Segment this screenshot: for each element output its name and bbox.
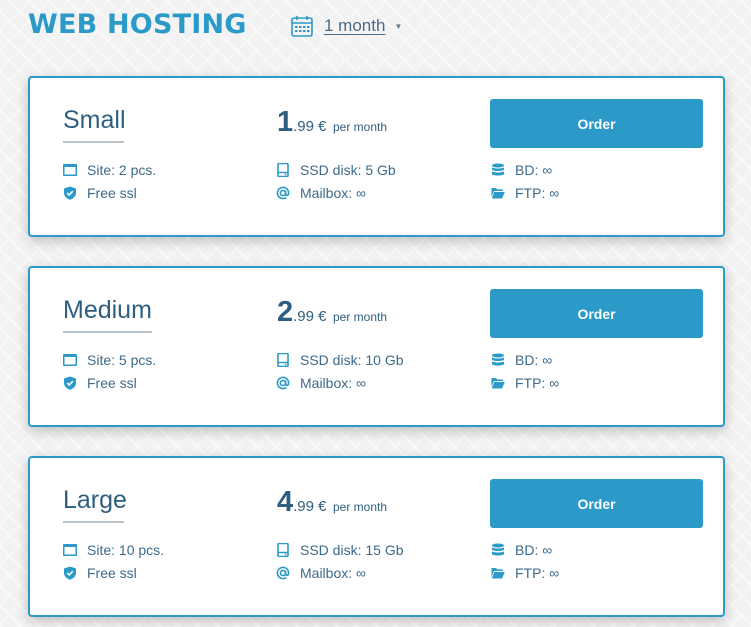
price-decimal: .99 € [293,498,327,515]
feature-mailbox: Mailbox: ∞ [276,185,366,201]
feature-site-label: Site: 10 pcs. [87,542,165,558]
feature-bd: BD: ∞ [491,352,552,368]
feature-ssl-label: Free ssl [87,185,137,201]
feature-site-label: Site: 5 pcs. [87,352,157,368]
database-icon [492,543,504,556]
folder-open-icon [491,188,505,199]
shield-check-icon [64,186,76,200]
feature-site: Site: 5 pcs. [63,352,156,368]
at-sign-icon [276,376,290,390]
feature-ssd-label: SSD disk: 15 Gb [300,542,404,558]
disk-icon [277,353,289,367]
feature-mailbox: Mailbox: ∞ [276,565,366,581]
plan-name: Large [63,486,127,523]
feature-ftp-label: FTP: ∞ [515,565,560,581]
feature-ftp: FTP: ∞ [491,185,559,201]
order-button[interactable]: Order [490,289,703,338]
folder-open-icon [491,568,505,579]
feature-ftp-label: FTP: ∞ [515,375,560,391]
feature-mailbox-label: Mailbox: ∞ [300,565,367,581]
feature-ftp: FTP: ∞ [491,565,559,581]
period-selector[interactable]: 1 month ▼ [290,14,402,38]
price-period: per month [332,500,387,514]
feature-ssl: Free ssl [63,185,137,201]
page-title: WEB HOSTING [28,9,247,40]
plan-price: 1.99 € per month [277,106,387,139]
feature-site: Site: 10 pcs. [63,542,164,558]
browser-window-icon [63,354,77,366]
plan-card-large: Large 4.99 € per month Order Site: 10 pc… [28,456,725,617]
price-integer: 2 [277,296,294,328]
plan-card-medium: Medium 2.99 € per month Order Site: 5 pc… [28,266,725,427]
chevron-down-icon[interactable]: ▼ [394,22,402,31]
at-sign-icon [276,566,290,580]
plan-price: 4.99 € per month [277,486,387,519]
database-icon [492,163,504,176]
feature-ssd-label: SSD disk: 10 Gb [300,352,404,368]
period-label[interactable]: 1 month [324,16,385,36]
price-period: per month [332,310,387,324]
browser-window-icon [63,544,77,556]
feature-bd: BD: ∞ [491,162,552,178]
feature-ssd: SSD disk: 5 Gb [276,162,396,178]
plan-name: Medium [63,296,152,333]
feature-mailbox-label: Mailbox: ∞ [300,375,367,391]
feature-ftp: FTP: ∞ [491,375,559,391]
price-decimal: .99 € [293,308,327,325]
feature-bd: BD: ∞ [491,542,552,558]
order-button[interactable]: Order [490,99,703,148]
feature-bd-label: BD: ∞ [515,542,553,558]
order-button[interactable]: Order [490,479,703,528]
feature-ssl-label: Free ssl [87,565,137,581]
plan-card-small: Small 1.99 € per month Order Site: 2 pcs… [28,76,725,237]
feature-bd-label: BD: ∞ [515,352,553,368]
feature-ftp-label: FTP: ∞ [515,185,560,201]
feature-bd-label: BD: ∞ [515,162,553,178]
feature-mailbox: Mailbox: ∞ [276,375,366,391]
feature-mailbox-label: Mailbox: ∞ [300,185,367,201]
disk-icon [277,543,289,557]
folder-open-icon [491,378,505,389]
feature-ssd: SSD disk: 10 Gb [276,352,404,368]
shield-check-icon [64,566,76,580]
feature-ssd-label: SSD disk: 5 Gb [300,162,396,178]
plan-price: 2.99 € per month [277,296,387,329]
feature-site-label: Site: 2 pcs. [87,162,157,178]
feature-site: Site: 2 pcs. [63,162,156,178]
header: WEB HOSTING 1 month ▼ [28,0,728,58]
price-decimal: .99 € [293,118,327,135]
browser-window-icon [63,164,77,176]
feature-ssl: Free ssl [63,375,137,391]
calendar-icon [291,16,313,37]
price-integer: 4 [277,486,294,518]
price-integer: 1 [277,106,294,138]
at-sign-icon [276,186,290,200]
shield-check-icon [64,376,76,390]
feature-ssd: SSD disk: 15 Gb [276,542,404,558]
database-icon [492,353,504,366]
disk-icon [277,163,289,177]
plan-name: Small [63,106,126,143]
price-period: per month [332,120,387,134]
feature-ssl: Free ssl [63,565,137,581]
feature-ssl-label: Free ssl [87,375,137,391]
